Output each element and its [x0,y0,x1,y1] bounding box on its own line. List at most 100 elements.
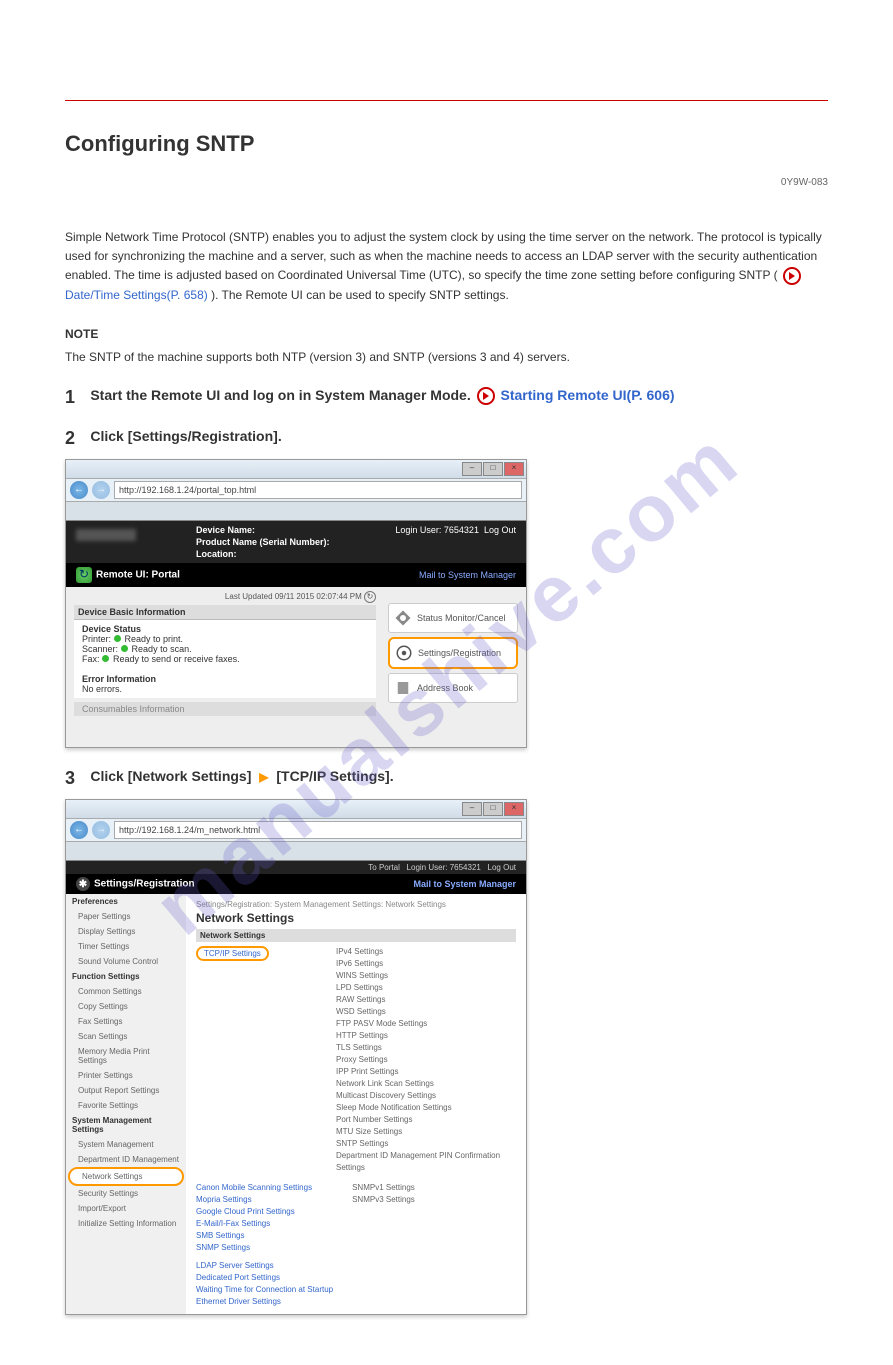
sublist-item: Network Link Scan Settings [336,1078,516,1090]
tcpip-sublist: IPv4 SettingsIPv6 SettingsWINS SettingsL… [336,946,516,1174]
settings-link[interactable]: SMB Settings [196,1230,312,1242]
back-icon[interactable]: ← [70,481,88,499]
note-heading: NOTE [65,325,828,344]
portal-bar: Remote UI: Portal Mail to System Manager [66,563,526,587]
device-info: Device Name: Product Name (Serial Number… [196,525,330,560]
logout-link[interactable]: Log Out [484,525,516,535]
nav-item[interactable]: Initialize Setting Information [66,1216,186,1231]
last-updated: Last Updated 09/11 2015 02:07:44 PM ↻ [74,589,376,605]
settings-link[interactable]: Mopria Settings [196,1194,312,1206]
mail-link[interactable]: Mail to System Manager [419,570,516,580]
url-input[interactable]: http://192.168.1.24/portal_top.html [114,481,522,499]
close-icon[interactable]: × [504,462,524,476]
nav-item[interactable]: System Management [66,1137,186,1152]
url-input[interactable]: http://192.168.1.24/m_network.html [114,821,522,839]
nav-heading: System Management Settings [66,1113,186,1137]
settings-registration-button[interactable]: Settings/Registration [388,637,518,669]
minimize-icon[interactable]: – [462,802,482,816]
status-dot-icon [102,655,109,662]
sublist-item: WSD Settings [336,1006,516,1018]
minimize-icon[interactable]: – [462,462,482,476]
window-titlebar: – □ × [66,460,526,479]
sublist-item: Department ID Management PIN Confirmatio… [336,1150,516,1174]
nav-item[interactable]: Fax Settings [66,1014,186,1029]
nav-item[interactable]: Scan Settings [66,1029,186,1044]
consumables-header: Consumables Information [74,702,376,716]
note-block: NOTE The SNTP of the machine supports bo… [65,325,828,367]
arrow-icon: ▶ [259,770,268,784]
forward-icon[interactable]: → [92,481,110,499]
logout-link[interactable]: Log Out [488,863,516,872]
settings-link[interactable]: E-Mail/I-Fax Settings [196,1218,312,1230]
sublist-item: RAW Settings [336,994,516,1006]
gear-icon: ✱ [76,877,90,891]
link-icon [477,387,495,405]
settings-link[interactable]: LDAP Server Settings [196,1260,516,1272]
nav-item[interactable]: Security Settings [66,1186,186,1201]
intro-text: Simple Network Time Protocol (SNTP) enab… [65,228,828,305]
browser-tabs [66,842,526,861]
sublist-item: LPD Settings [336,982,516,994]
nav-item[interactable]: Copy Settings [66,999,186,1014]
main-title: Network Settings [196,911,516,925]
address-bar: ← → http://192.168.1.24/portal_top.html [66,479,526,502]
nav-item[interactable]: Sound Volume Control [66,954,186,969]
sublist-item: TLS Settings [336,1042,516,1054]
mail-link[interactable]: Mail to System Manager [413,879,516,889]
settings-link[interactable]: Waiting Time for Connection at Startup [196,1284,516,1296]
step-2: 2 Click [Settings/Registration]. [65,428,828,449]
login-info: Login User: 7654321 Log Out [395,525,516,535]
close-icon[interactable]: × [504,802,524,816]
page-title: Configuring SNTP [65,131,828,157]
settings-link[interactable]: Canon Mobile Scanning Settings [196,1182,312,1194]
gear-icon [394,643,414,663]
maximize-icon[interactable]: □ [483,802,503,816]
section-header: Network Settings [196,929,516,942]
step-2-title: Click [Settings/Registration]. [90,428,281,444]
sublist-item: IPv4 Settings [336,946,516,958]
nav-item[interactable]: Output Report Settings [66,1083,186,1098]
to-portal-link[interactable]: To Portal [368,863,400,872]
nav-item-network[interactable]: Network Settings [68,1167,184,1186]
divider [65,100,828,101]
portal-header: Device Name: Product Name (Serial Number… [66,521,526,563]
sublist-item: WINS Settings [336,970,516,982]
refresh-icon[interactable]: ↻ [364,591,376,603]
step-1: 1 Start the Remote UI and log on in Syst… [65,387,828,408]
step-number: 2 [65,428,87,449]
status-monitor-button[interactable]: Status Monitor/Cancel [388,603,518,633]
browser-tabs [66,502,526,521]
sublist-item: SNMPv1 Settings [352,1182,415,1194]
screenshot-network-settings: – □ × ← → http://192.168.1.24/m_network.… [65,799,527,1315]
nav-item[interactable]: Display Settings [66,924,186,939]
step-1-title: Start the Remote UI and log on in System… [90,387,674,405]
sublist-item: SNTP Settings [336,1138,516,1150]
nav-item[interactable]: Memory Media Print Settings [66,1044,186,1068]
settings-main: Settings/Registration: System Management… [186,894,526,1314]
sublist-item: SNMPv3 Settings [352,1194,415,1206]
settings-header: ✱Settings/Registration Mail to System Ma… [66,874,526,894]
device-status-label: Device Status [82,624,141,634]
nav-item[interactable]: Paper Settings [66,909,186,924]
back-icon[interactable]: ← [70,821,88,839]
status-dot-icon [121,645,128,652]
forward-icon[interactable]: → [92,821,110,839]
tcpip-settings-link[interactable]: TCP/IP Settings [196,946,269,961]
breadcrumb: Settings/Registration: System Management… [196,900,516,909]
sublist-item: Multicast Discovery Settings [336,1090,516,1102]
nav-item[interactable]: Department ID Management [66,1152,186,1167]
settings-link[interactable]: Dedicated Port Settings [196,1272,516,1284]
nav-item[interactable]: Printer Settings [66,1068,186,1083]
window-titlebar: – □ × [66,800,526,819]
address-book-button[interactable]: Address Book [388,673,518,703]
nav-item[interactable]: Common Settings [66,984,186,999]
nav-item[interactable]: Timer Settings [66,939,186,954]
settings-link[interactable]: SNMP Settings [196,1242,312,1254]
nav-item[interactable]: Import/Export [66,1201,186,1216]
intro-link[interactable]: Date/Time Settings(P. 658) [65,288,208,302]
maximize-icon[interactable]: □ [483,462,503,476]
step-1-link[interactable]: Starting Remote UI(P. 606) [501,387,675,403]
settings-link[interactable]: Ethernet Driver Settings [196,1296,516,1308]
settings-link[interactable]: Google Cloud Print Settings [196,1206,312,1218]
nav-item[interactable]: Favorite Settings [66,1098,186,1113]
